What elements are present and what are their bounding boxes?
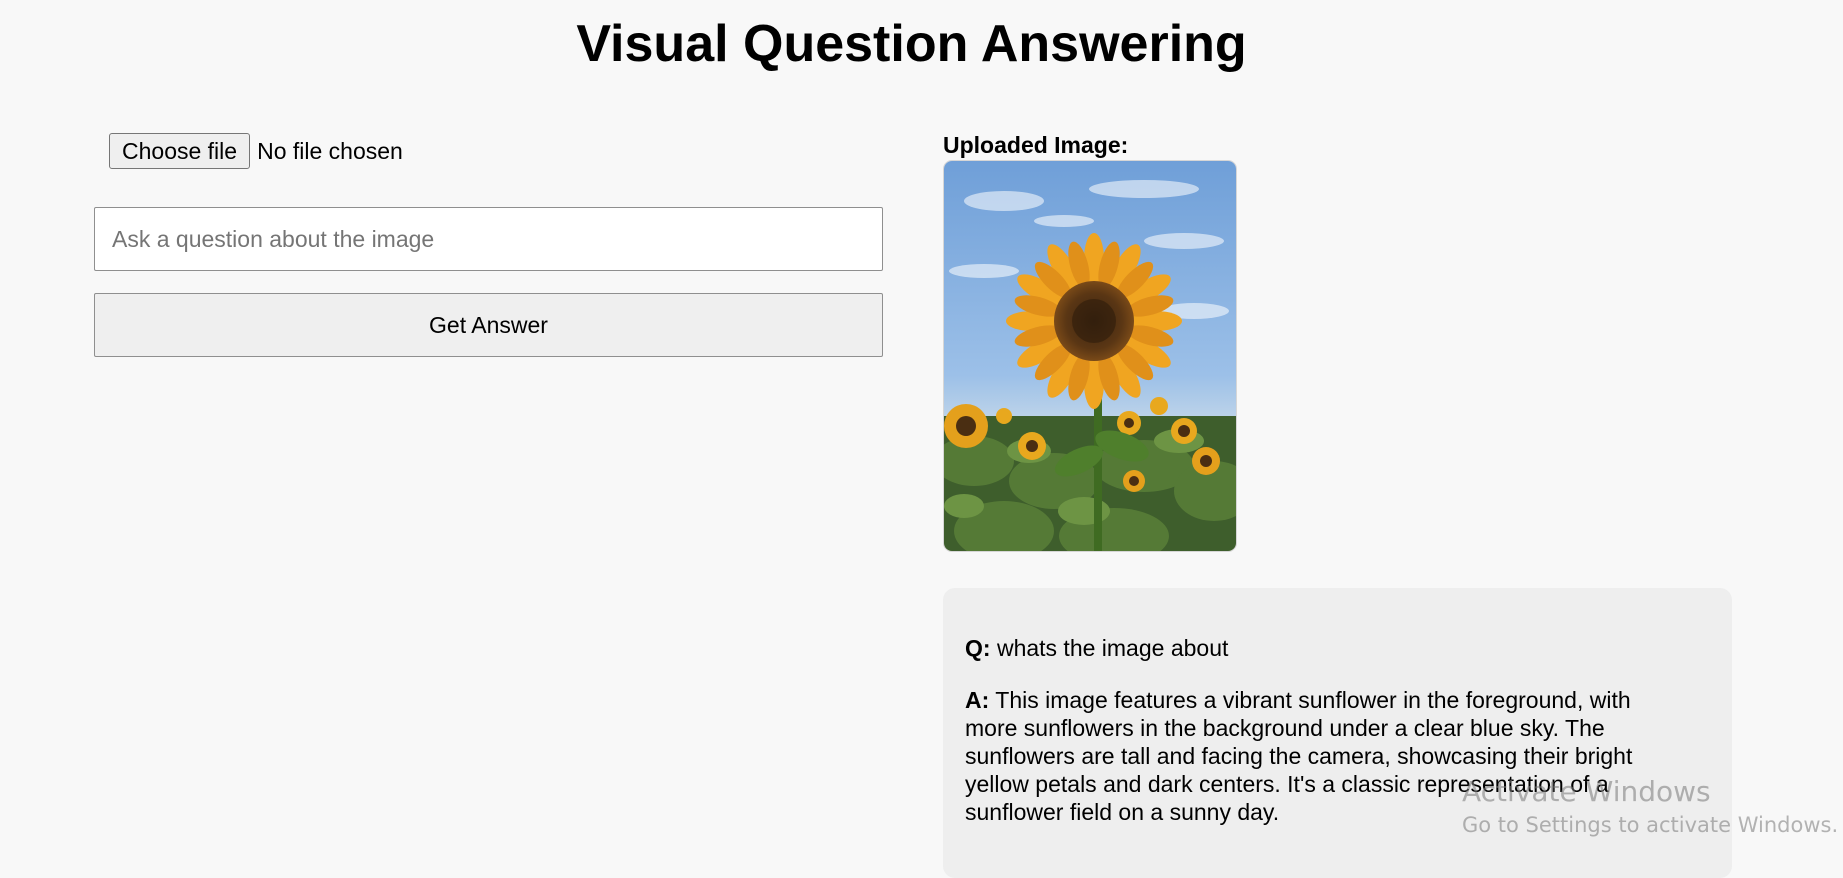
file-upload: Choose file No file chosen: [109, 133, 403, 169]
question-input[interactable]: [94, 207, 883, 271]
qa-card: Q: whats the image about A: This image f…: [943, 588, 1732, 878]
question-line: Q: whats the image about: [965, 634, 1710, 662]
uploaded-image: [943, 160, 1237, 552]
question-prefix: Q:: [965, 635, 991, 661]
sunflower-photo: [944, 161, 1236, 551]
get-answer-button[interactable]: Get Answer: [94, 293, 883, 357]
page-title: Visual Question Answering: [576, 15, 1247, 73]
choose-file-button[interactable]: Choose file: [109, 133, 251, 169]
uploaded-image-label: Uploaded Image:: [943, 132, 1129, 158]
question-text: whats the image about: [996, 635, 1229, 661]
answer-prefix: A:: [965, 687, 990, 713]
answer-line: A: This image features a vibrant sunflow…: [965, 686, 1685, 826]
answer-text: This image features a vibrant sunflower …: [965, 687, 1633, 825]
file-status-text: No file chosen: [257, 137, 403, 164]
